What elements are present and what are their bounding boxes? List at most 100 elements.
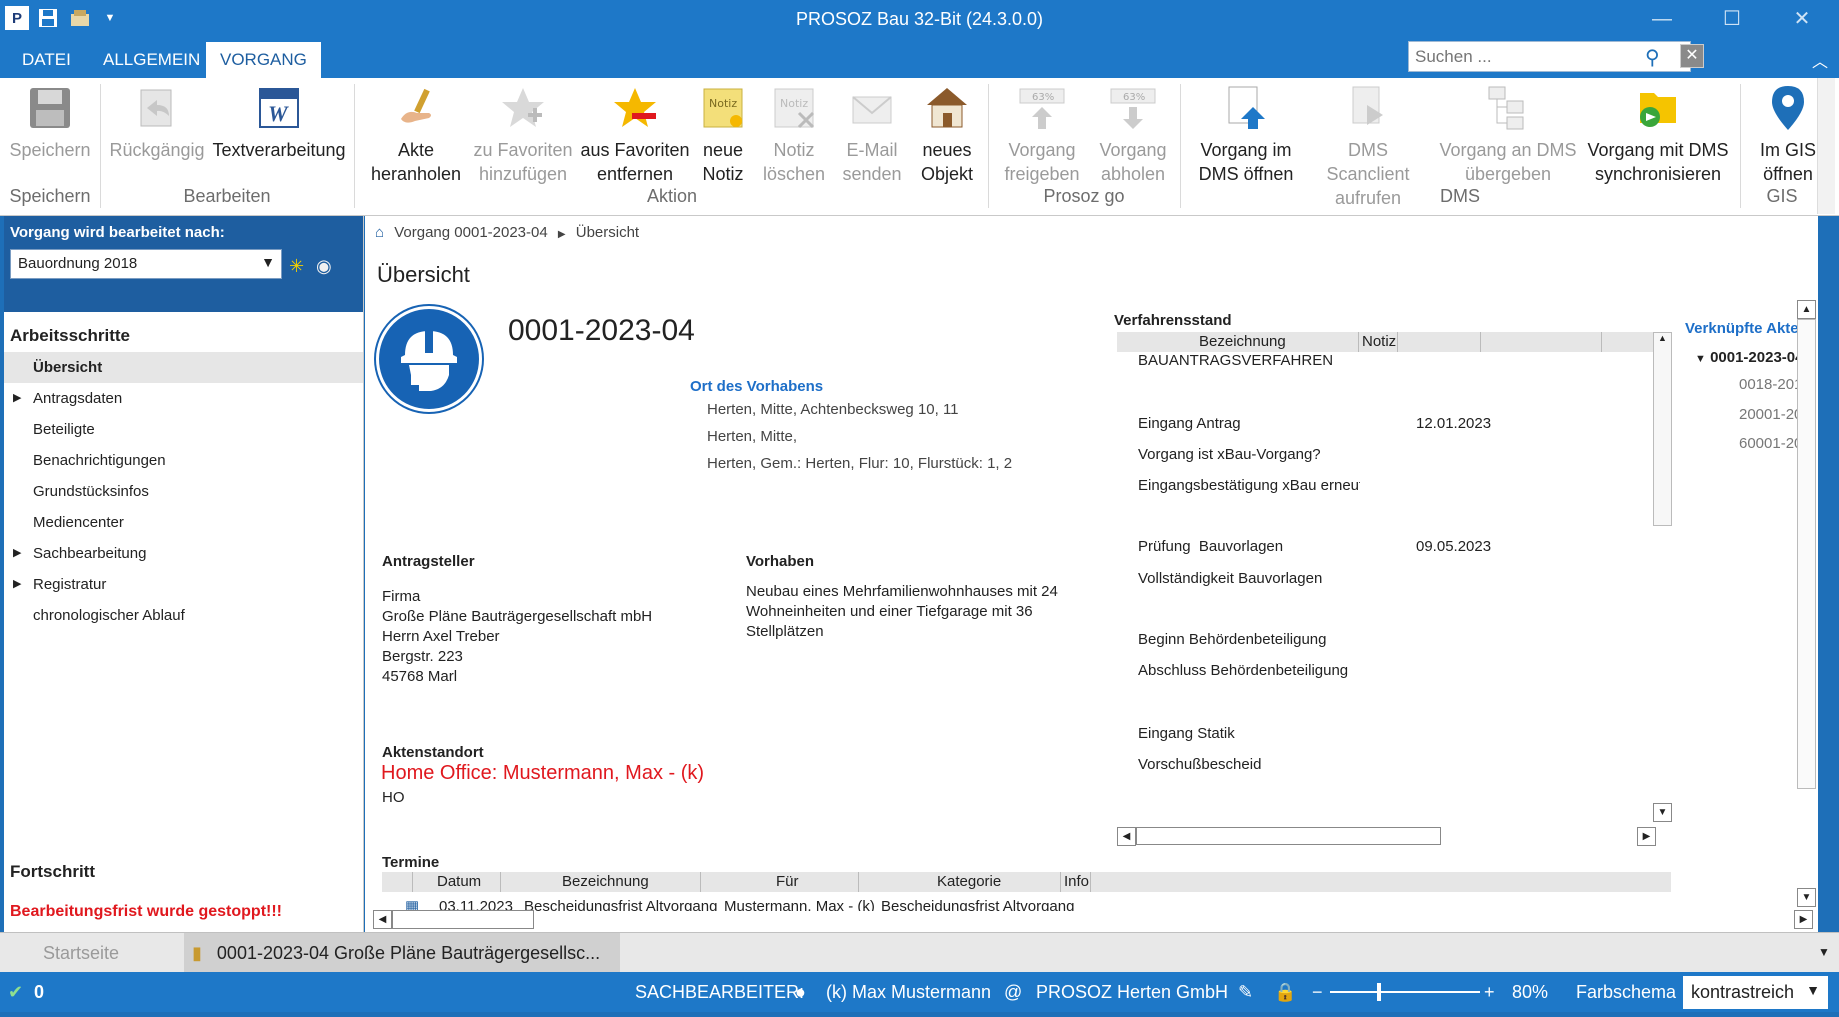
vs-scroll-right-icon[interactable]: ▶ [1637,827,1656,846]
expand-icon[interactable]: ▶ [13,538,21,569]
wand-icon[interactable]: ✳ [289,256,304,277]
column-kategorie[interactable]: Kategorie [937,873,1001,890]
column-bezeichnung[interactable]: Bezeichnung [562,873,649,890]
undo-button[interactable]: Rückgängig [108,78,206,184]
new-object-button[interactable]: neues Objekt [914,78,980,184]
close-button[interactable]: ✕ [1778,4,1826,34]
dms-open-button[interactable]: Vorgang im DMS öffnen [1192,78,1300,184]
nav-uebersicht[interactable]: Übersicht [4,352,363,383]
tab-active-case[interactable]: ▮ 0001-2023-04 Große Pläne Bauträgergese… [184,933,620,1003]
search-input[interactable] [1409,42,1629,71]
save-button[interactable]: Speichern [4,78,96,184]
column-info[interactable]: Info [1064,873,1089,890]
farbschema-select[interactable]: kontrastreich ▼ [1683,976,1828,1009]
vs-row[interactable]: Vorschußbescheid [1138,756,1261,773]
edit-icon[interactable]: ✎ [1238,982,1253,1003]
column-datum[interactable]: Datum [437,873,481,890]
termin-kategorie[interactable]: Bescheidungsfrist Altvorgang [881,897,1074,911]
gis-open-button[interactable]: Im GIS öffnen [1752,78,1824,184]
tabs-menu-icon[interactable]: ▼ [1818,945,1830,959]
maximize-button[interactable]: ☐ [1708,4,1756,34]
zoom-slider[interactable] [1330,983,1480,1001]
expand-icon[interactable]: ▶ [13,383,21,414]
rule-header-label: Vorgang wird bearbeitet nach: [10,224,225,241]
vorgang-freigeben-button[interactable]: 63% Vorgang freigeben [1000,78,1084,184]
main-vscrollbar[interactable] [1797,319,1816,789]
tab-vorgang[interactable]: VORGANG [206,42,321,78]
new-note-button[interactable]: Notiz neue Notiz [694,78,752,184]
breadcrumb-uebersicht[interactable]: Übersicht [576,224,639,241]
vs-row[interactable]: Beginn Behördenbeteiligung [1138,631,1327,648]
ort-title: Ort des Vorhabens [690,378,824,395]
nav-benachrichtigungen[interactable]: Benachrichtigungen [4,445,363,476]
nav-beteiligte[interactable]: Beteiligte [4,414,363,445]
collapse-icon[interactable]: ▼ [1695,353,1706,365]
column-fuer[interactable]: Für [776,873,799,890]
user-name[interactable]: (k) Max Mustermann [826,982,991,1003]
vs-row[interactable]: Eingang Statik [1138,725,1235,742]
search-clear-icon[interactable]: ✕ [1680,44,1704,68]
globe-search-icon[interactable]: ◉ [316,256,332,277]
nav-chronologischer-ablauf[interactable]: chronologischer Ablauf [4,600,363,631]
ribbon-collapse-icon[interactable]: ︿ [1812,48,1828,72]
minimize-button[interactable]: — [1638,4,1686,34]
add-favorite-button[interactable]: zu Favoriten hinzufügen [470,78,576,184]
tab-allgemein[interactable]: ALLGEMEIN [89,42,214,78]
vs-row[interactable]: Vollständigkeit Bauvorlagen [1138,570,1322,587]
main-scroll-up-icon[interactable]: ▲ [1797,300,1816,319]
nav-registratur[interactable]: ▶ Registratur [4,569,363,600]
expand-icon[interactable]: ▶ [13,569,21,600]
lock-icon[interactable]: 🔒 [1274,982,1296,1003]
home-icon[interactable]: ⌂ [375,224,384,241]
rule-header: Vorgang wird bearbeitet nach: Bauordnung… [4,216,363,312]
vorgang-abholen-button[interactable]: 63% Vorgang abholen [1094,78,1172,184]
termin-fuer[interactable]: Mustermann, Max - (k) [724,897,875,911]
main-scroll-down-icon[interactable]: ▼ [1797,888,1816,907]
vs-row[interactable]: Eingangsbestätigung xBau erneut ve [1138,477,1360,494]
zoom-out-icon[interactable]: − [1312,982,1323,1003]
main-hscrollbar[interactable]: ◀ ▶ [373,910,1813,929]
nav-sachbearbeitung[interactable]: ▶ Sachbearbeitung [4,538,363,569]
tab-datei[interactable]: DATEI [8,42,85,78]
chevron-down-icon: ▼ [261,254,275,270]
status-count: 0 [34,982,45,1002]
zoom-slider-thumb[interactable] [1377,983,1381,1001]
delete-note-button[interactable]: Notiz Notiz löschen [760,78,828,184]
tab-startseite[interactable]: Startseite [43,933,119,973]
remove-favorite-button[interactable]: aus Favoriten entfernen [580,78,690,184]
zoom-in-icon[interactable]: + [1484,982,1495,1003]
verfahrensstand-hscrollbar[interactable]: ◀ ▶ [1117,827,1662,846]
breadcrumb-vorgang[interactable]: Vorgang 0001-2023-04 [394,224,547,241]
nav-antragsdaten[interactable]: ▶ Antragsdaten [4,383,363,414]
main-scroll-right-icon[interactable]: ▶ [1794,910,1813,929]
column-bezeichnung[interactable]: Bezeichnung [1199,333,1286,350]
vs-row[interactable]: Abschluss Behördenbeteiligung [1138,662,1348,679]
vs-row[interactable]: BAUANTRAGSVERFAHREN [1138,352,1333,369]
verknuepfte-root[interactable]: ▼ 0001-2023-04 [1695,349,1803,366]
organisation[interactable]: PROSOZ Herten GmbH [1036,982,1228,1003]
dms-uebergeben-button[interactable]: Vorgang an DMS übergeben [1438,78,1578,184]
send-email-button[interactable]: E-Mail senden [838,78,906,184]
vs-row[interactable]: Prüfung Bauvorlagen [1138,538,1283,555]
chevron-down-icon: ▼ [1806,982,1820,998]
akte-heranholen-button[interactable]: Akte heranholen [368,78,464,184]
main-scroll-left-icon[interactable]: ◀ [373,910,392,929]
nav-grundstuecksinfos[interactable]: Grundstücksinfos [4,476,363,507]
vs-scroll-left-icon[interactable]: ◀ [1117,827,1136,846]
search-icon[interactable]: ⚲ [1645,45,1660,70]
verfahrensstand-vscrollbar[interactable]: ▲ [1653,332,1672,526]
antragsteller-line: Große Pläne Bauträgergesellschaft mbH [382,608,653,625]
nav-mediencenter[interactable]: Mediencenter [4,507,363,538]
vs-row[interactable]: Eingang Antrag [1138,415,1241,432]
vs-scroll-down-icon[interactable]: ▼ [1653,803,1672,822]
termin-datum[interactable]: 03.11.2023 [439,897,513,911]
rule-select[interactable]: Bauordnung 2018 ▼ [10,249,282,279]
column-notiz[interactable]: Notiz [1362,333,1396,350]
verknuepfte-akten-title: Verknüpfte Akten [1685,320,1808,337]
termin-bezeichnung[interactable]: Bescheidungsfrist Altvorgang [524,897,717,911]
window-title: PROSOZ Bau 32-Bit (24.3.0.0) [795,9,1044,29]
textverarbeitung-button[interactable]: W Textverarbeitung [212,78,346,184]
dms-sync-button[interactable]: Vorgang mit DMS synchronisieren [1584,78,1732,184]
vs-row[interactable]: Vorgang ist xBau-Vorgang? [1138,446,1321,463]
dms-scanclient-button[interactable]: DMS Scanclient aufrufen [1306,78,1430,208]
